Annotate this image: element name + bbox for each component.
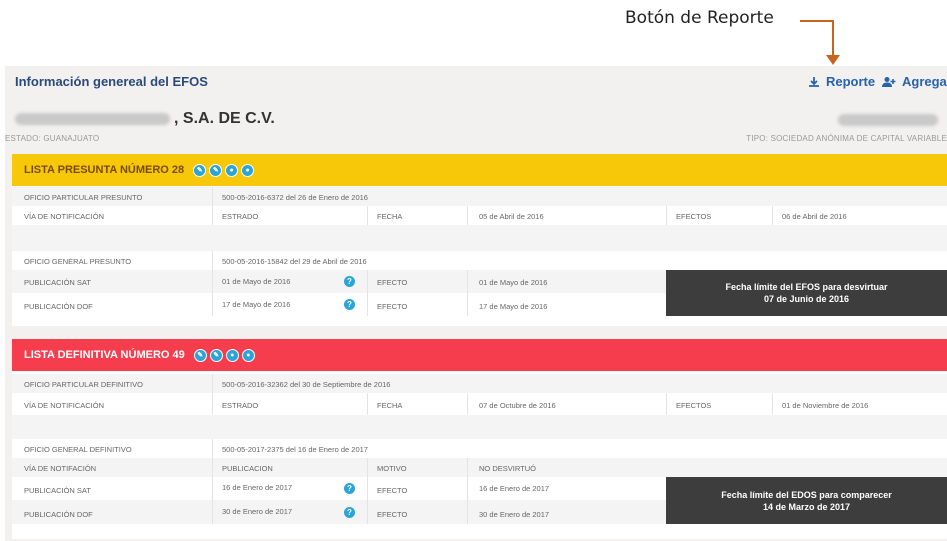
- row-value: 01 de Mayo de 2016: [222, 277, 291, 286]
- deadline-date: 07 de Junio de 2016: [763, 294, 850, 304]
- report-button-label: Reporte: [826, 74, 876, 89]
- row-value: 16 de Enero de 2017: [222, 483, 293, 492]
- presunta-deadline-box: Fecha límite del EFOS para desvirtuar 07…: [666, 270, 947, 316]
- panel-title: Información genereal del EFOS: [15, 74, 208, 89]
- definitiva-header: LISTA DEFINITIVA NÚMERO 49 ✎ ✎ ● ●: [12, 339, 947, 371]
- row-value: 01 de Noviembre de 2016: [782, 401, 869, 410]
- info-icon[interactable]: ?: [344, 507, 355, 518]
- view-icon[interactable]: ●: [241, 163, 255, 177]
- edit-icon[interactable]: ✎: [209, 163, 223, 177]
- row-label: PUBLICACIÓN DOF: [24, 302, 93, 311]
- row-value: 01 de Mayo de 2016: [479, 278, 548, 287]
- table-row: VÍA DE NOTIFICACIÓN ESTRADO FECHA 05 de …: [12, 206, 947, 225]
- view-icon[interactable]: ●: [241, 348, 255, 362]
- row-label: EFECTO: [377, 278, 408, 287]
- annotation-arrow-vertical: [832, 20, 834, 56]
- report-button[interactable]: Reporte: [808, 74, 875, 89]
- row-label: EFECTO: [377, 302, 408, 311]
- redacted-rfc: [838, 114, 938, 126]
- row-label: EFECTOS: [676, 401, 712, 410]
- row-value: ESTRADO: [222, 401, 259, 410]
- annotation-arrow-horizontal: [800, 20, 834, 22]
- table-row: OFICIO PARTICULAR PRESUNTO 500-05-2016-6…: [12, 187, 947, 206]
- row-label: PUBLICACIÓN SAT: [24, 486, 91, 495]
- row-value: PUBLICACION: [222, 464, 273, 473]
- spacer-row: [12, 415, 947, 439]
- row-label: OFICIO GENERAL DEFINITIVO: [24, 445, 132, 454]
- table-row: VÍA DE NOTIFICACIÓN ESTRADO FECHA 07 de …: [12, 393, 947, 415]
- annotation-arrow-head-icon: [826, 55, 840, 65]
- deadline-date: 14 de Marzo de 2017: [762, 501, 851, 512]
- row-label: PUBLICACIÓN SAT: [24, 278, 91, 287]
- row-value: 500-05-2016-32362 del 30 de Septiembre d…: [222, 380, 391, 389]
- info-icon[interactable]: ?: [344, 299, 355, 310]
- add-button[interactable]: Agregar: [882, 74, 947, 89]
- row-value: NO DESVIRTUÓ: [479, 464, 536, 473]
- info-icon[interactable]: ?: [344, 483, 355, 494]
- company-estado: ESTADO: GUANAJUATO: [5, 134, 100, 143]
- table-row: VÍA DE NOTIFACIÓN PUBLICACION MOTIVO NO …: [12, 458, 947, 477]
- row-label: FECHA: [377, 212, 403, 221]
- download-icon: [809, 76, 819, 87]
- row-value: 17 de Mayo de 2016: [479, 302, 548, 311]
- view-icon[interactable]: ●: [225, 163, 239, 177]
- deadline-text: Fecha límite del EDOS para comparecer: [721, 489, 892, 500]
- row-label: EFECTO: [377, 486, 408, 495]
- table-row: OFICIO PARTICULAR DEFINITIVO 500-05-2016…: [12, 374, 947, 393]
- definitiva-title: LISTA DEFINITIVA NÚMERO 49: [24, 349, 185, 361]
- row-value: ESTRADO: [222, 212, 259, 221]
- presunta-title: LISTA PRESUNTA NÚMERO 28: [24, 164, 185, 176]
- presunta-header: LISTA PRESUNTA NÚMERO 28 ✎ ✎ ● ●: [12, 154, 947, 186]
- row-label: VÍA DE NOTIFICACIÓN: [24, 212, 105, 221]
- company-suffix: , S.A. DE C.V.: [174, 110, 275, 127]
- table-row: OFICIO GENERAL PRESUNTO 500-05-2016-1584…: [12, 251, 947, 270]
- add-user-icon: [882, 76, 896, 87]
- row-label: OFICIO GENERAL PRESUNTO: [24, 257, 132, 266]
- definitiva-deadline-box: Fecha límite del EDOS para comparecer 14…: [666, 477, 947, 524]
- spacer-row: [12, 225, 947, 251]
- view-icon[interactable]: ●: [225, 348, 239, 362]
- row-value: 16 de Enero de 2017: [479, 484, 550, 493]
- row-value: 30 de Enero de 2017: [222, 507, 293, 516]
- row-label: OFICIO PARTICULAR DEFINITIVO: [24, 380, 143, 389]
- deadline-text: Fecha límite del EFOS para desvirtuar: [725, 282, 888, 292]
- efos-info-panel: Información genereal del EFOS Reporte Ag…: [5, 66, 947, 541]
- company-tipo: TIPO: SOCIEDAD ANÓNIMA DE CAPITAL VARIAB…: [746, 134, 947, 143]
- info-icon[interactable]: ?: [344, 276, 355, 287]
- definitiva-section: LISTA DEFINITIVA NÚMERO 49 ✎ ✎ ● ● OFICI…: [12, 339, 947, 539]
- table-row: OFICIO GENERAL DEFINITIVO 500-05-2017-23…: [12, 439, 947, 458]
- row-label: FECHA: [377, 401, 403, 410]
- annotation-label: Botón de Reporte: [625, 8, 774, 28]
- redacted-company-name: [15, 113, 170, 125]
- add-button-label: Agregar: [902, 74, 947, 89]
- edit-icon[interactable]: ✎: [193, 163, 207, 177]
- edit-icon[interactable]: ✎: [193, 348, 207, 362]
- row-label: VÍA DE NOTIFICACIÓN: [24, 401, 105, 410]
- row-label: PUBLICACIÓN DOF: [24, 510, 93, 519]
- row-label: EFECTOS: [676, 212, 712, 221]
- row-value: 30 de Enero de 2017: [479, 510, 550, 519]
- row-label: VÍA DE NOTIFACIÓN: [24, 464, 97, 473]
- row-label: OFICIO PARTICULAR PRESUNTO: [24, 193, 143, 202]
- row-value: 500-05-2016-15842 del 29 de Abril de 201…: [222, 257, 367, 266]
- row-label: MOTIVO: [377, 464, 407, 473]
- row-value: 06 de Abril de 2016: [782, 212, 847, 221]
- row-value: 500-05-2017-2375 del 16 de Enero de 2017: [222, 445, 368, 454]
- presunta-section: LISTA PRESUNTA NÚMERO 28 ✎ ✎ ● ● OFICIO …: [12, 154, 947, 326]
- row-value: 17 de Mayo de 2016: [222, 300, 291, 309]
- row-label: EFECTO: [377, 510, 408, 519]
- edit-icon[interactable]: ✎: [209, 348, 223, 362]
- row-value: 500-05-2016-6372 del 26 de Enero de 2016: [222, 193, 368, 202]
- row-value: 05 de Abril de 2016: [479, 212, 544, 221]
- company-name: , S.A. DE C.V.: [15, 110, 275, 128]
- row-value: 07 de Octubre de 2016: [479, 401, 556, 410]
